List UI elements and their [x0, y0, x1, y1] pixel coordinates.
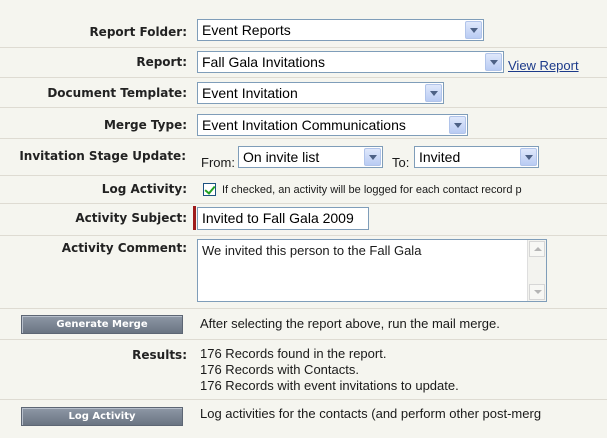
- chevron-down-icon[interactable]: [425, 84, 442, 102]
- merge-type-value: Event Invitation Communications: [202, 117, 406, 133]
- activity-subject-label: Activity Subject:: [75, 211, 187, 225]
- row-log-activity-action: Log Activity Log activities for the cont…: [0, 399, 607, 438]
- chevron-down-icon[interactable]: [485, 53, 502, 71]
- row-stage-update: Invitation Stage Update: From: On invite…: [0, 138, 607, 176]
- to-stage-value: Invited: [419, 149, 461, 165]
- log-activity-note: If checked, an activity will be logged f…: [222, 184, 522, 196]
- row-log-activity: Log Activity: If checked, an activity wi…: [0, 175, 607, 204]
- to-label: To:: [392, 155, 410, 170]
- row-activity-subject: Activity Subject: Invited to Fall Gala 2…: [0, 203, 607, 236]
- results-line: 176 Records with event invitations to up…: [200, 378, 459, 393]
- row-merge-type: Merge Type: Event Invitation Communicati…: [0, 107, 607, 139]
- log-activity-button[interactable]: Log Activity: [21, 407, 183, 426]
- document-template-select[interactable]: Event Invitation: [197, 82, 444, 104]
- row-report-folder: Report Folder: Event Reports: [0, 0, 607, 48]
- comment-scrollbar[interactable]: [527, 240, 546, 301]
- chevron-down-icon[interactable]: [465, 21, 482, 39]
- row-activity-comment: Activity Comment: We invited this person…: [0, 235, 607, 309]
- activity-comment-textarea[interactable]: We invited this person to the Fall Gala: [197, 239, 547, 302]
- activity-subject-value: Invited to Fall Gala 2009: [202, 210, 354, 226]
- from-stage-select[interactable]: On invite list: [238, 146, 383, 168]
- from-label: From:: [201, 155, 235, 170]
- chevron-down-icon[interactable]: [520, 148, 537, 166]
- view-report-link[interactable]: View Report: [508, 58, 579, 73]
- mail-merge-form: Report Folder: Event Reports Report: Fal…: [0, 0, 607, 438]
- chevron-down-icon[interactable]: [449, 116, 466, 134]
- generate-merge-help: After selecting the report above, run th…: [200, 316, 500, 331]
- activity-comment-label: Activity Comment:: [61, 241, 187, 255]
- row-document-template: Document Template: Event Invitation: [0, 77, 607, 108]
- stage-update-label: Invitation Stage Update:: [19, 149, 186, 163]
- results-label: Results:: [132, 348, 187, 362]
- activity-subject-input[interactable]: Invited to Fall Gala 2009: [197, 207, 369, 230]
- log-activity-help: Log activities for the contacts (and per…: [200, 406, 542, 421]
- merge-type-select[interactable]: Event Invitation Communications: [197, 114, 468, 136]
- report-value: Fall Gala Invitations: [202, 54, 325, 70]
- log-activity-label: Log Activity:: [101, 182, 187, 196]
- report-folder-select[interactable]: Event Reports: [197, 19, 484, 41]
- generate-merge-button[interactable]: Generate Merge: [21, 315, 183, 334]
- activity-comment-value: We invited this person to the Fall Gala: [202, 243, 422, 258]
- log-activity-checkbox[interactable]: [203, 183, 216, 196]
- report-folder-label: Report Folder:: [89, 25, 187, 39]
- chevron-down-icon[interactable]: [364, 148, 381, 166]
- scroll-up-icon[interactable]: [529, 241, 545, 257]
- scroll-down-icon[interactable]: [529, 284, 545, 300]
- row-results: Results: 176 Records found in the report…: [0, 339, 607, 400]
- results-line: 176 Records found in the report.: [200, 346, 387, 361]
- document-template-value: Event Invitation: [202, 85, 298, 101]
- report-label: Report:: [136, 55, 187, 69]
- row-report: Report: Fall Gala Invitations View Repor…: [0, 47, 607, 78]
- row-generate-merge: Generate Merge After selecting the repor…: [0, 308, 607, 340]
- results-line: 176 Records with Contacts.: [200, 362, 359, 377]
- merge-type-label: Merge Type:: [103, 118, 187, 132]
- results-list: 176 Records found in the report. 176 Rec…: [200, 346, 459, 394]
- to-stage-select[interactable]: Invited: [414, 146, 539, 168]
- required-marker: [193, 206, 196, 230]
- from-stage-value: On invite list: [243, 149, 320, 165]
- report-select[interactable]: Fall Gala Invitations: [197, 51, 504, 73]
- document-template-label: Document Template:: [47, 86, 187, 100]
- report-folder-value: Event Reports: [202, 22, 291, 38]
